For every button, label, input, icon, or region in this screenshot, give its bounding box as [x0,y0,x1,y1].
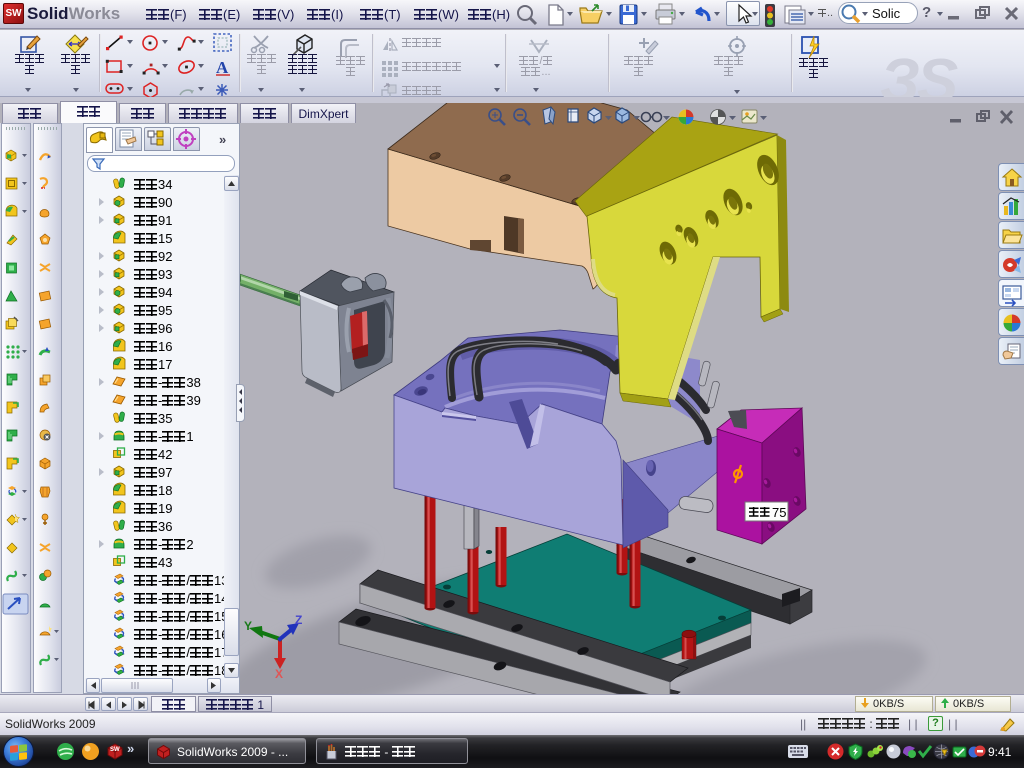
svg-text:A: A [216,58,229,77]
svg-text:X: X [275,667,283,681]
svg-text:Y: Y [244,619,252,633]
svg-text:75: 75 [772,505,786,520]
svg-text:Z: Z [295,613,302,627]
svg-text:SW: SW [110,747,120,753]
